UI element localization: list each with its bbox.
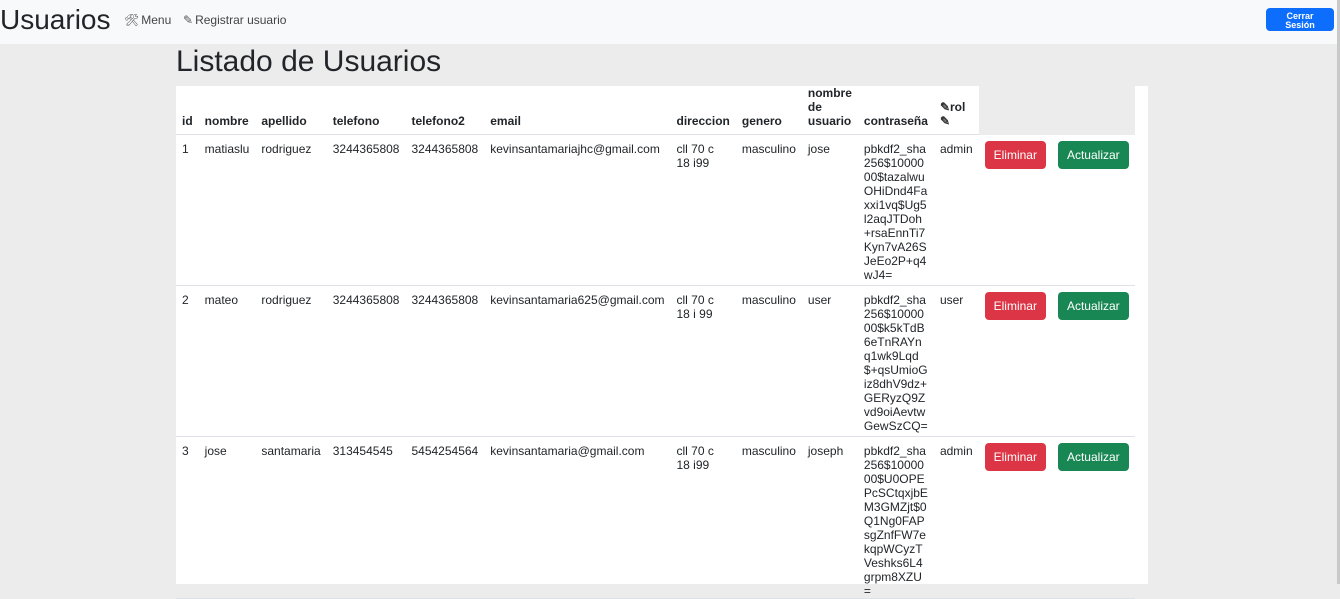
cell-contrasena: pbkdf2_sha256$1000000$tazalwuOHiDnd4Faxx… [857,134,934,286]
col-actions-update [1051,86,1135,135]
cell-genero: masculino [735,285,802,437]
cell-apellido: rodriguez [255,134,327,286]
col-contrasena: contraseña [857,86,934,135]
cell-telefono2: 3244365808 [405,285,485,437]
delete-button[interactable]: Eliminar [984,443,1046,471]
col-actions-delete [978,86,1052,135]
cell-delete: Eliminar [978,285,1052,437]
cell-apellido: rodriguez [255,285,327,437]
col-nombre: nombre [198,86,256,135]
menu-link[interactable]: 🛠 Menu [124,12,171,28]
users-table: id nombre apellido telefono telefono2 em… [176,86,1135,599]
navbar-brand[interactable]: Usuarios [0,3,110,37]
cell-contrasena: pbkdf2_sha256$1000000$k5kTdB6eTnRAYnq1wk… [857,285,934,437]
update-button[interactable]: Actualizar [1057,140,1129,169]
cell-telefono: 3244365808 [326,285,406,437]
register-user-link[interactable]: ✎ Registrar usuario [183,12,286,28]
cell-direccion: cll 70 c 18 i 99 [670,285,736,437]
cell-update: Actualizar [1051,436,1135,599]
col-telefono: telefono [326,86,406,135]
pencil-icon: ✎ [939,114,950,128]
col-apellido: apellido [255,86,327,135]
logout-button[interactable]: Cerrar Sesión [1266,8,1334,31]
table-row: 3 jose santamaria 313454545 5454254564 k… [176,436,1135,599]
update-button[interactable]: Actualizar [1057,292,1129,320]
cell-direccion: cll 70 c 18 i99 [670,134,736,286]
cell-delete: Eliminar [978,134,1052,286]
table-row: 2 mateo rodriguez 3244365808 3244365808 … [176,285,1135,437]
page-title: Listado de Usuarios [176,45,442,78]
pencil-icon: ✎ [939,100,950,114]
cell-telefono: 3244365808 [326,134,406,286]
col-rol-label: rol [950,100,966,114]
cell-usuario: user [801,285,858,437]
delete-button[interactable]: Eliminar [984,140,1046,169]
cell-update: Actualizar [1051,285,1135,437]
cell-rol: user [933,285,979,437]
table-row: 1 matiaslu rodriguez 3244365808 32443658… [176,134,1135,286]
table-header-row: id nombre apellido telefono telefono2 em… [176,86,1135,135]
cell-id: 2 [176,285,199,437]
cell-usuario: jose [801,134,858,286]
delete-button[interactable]: Eliminar [984,292,1046,320]
col-direccion: direccion [670,86,736,135]
menu-link-label: Menu [141,13,172,27]
cell-telefono2: 3244365808 [405,134,485,286]
cell-email: kevinsantamaria625@gmail.com [484,285,671,437]
col-id: id [176,86,199,135]
cell-contrasena: pbkdf2_sha256$1000000$U0OPEPcSCtqxjbEM3G… [857,436,934,599]
tools-icon: 🛠 [124,13,140,27]
cell-telefono: 313454545 [326,436,406,599]
users-table-container: id nombre apellido telefono telefono2 em… [176,86,1148,599]
cell-update: Actualizar [1051,134,1135,286]
cell-email: kevinsantamaria@gmail.com [484,436,671,599]
cell-usuario: joseph [801,436,858,599]
cell-nombre: jose [198,436,256,599]
col-rol: ✎rol ✎ [933,86,979,135]
cell-rol: admin [933,134,979,286]
col-telefono2: telefono2 [405,86,485,135]
cell-nombre: matiaslu [198,134,256,286]
col-nombre-usuario: nombre de usuario [801,86,858,135]
cell-genero: masculino [735,134,802,286]
cell-apellido: santamaria [255,436,327,599]
cell-genero: masculino [735,436,802,599]
cell-id: 3 [176,436,199,599]
cell-nombre: mateo [198,285,256,437]
cell-direccion: cll 70 c 18 i99 [670,436,736,599]
pencil-icon: ✎ [183,13,194,27]
register-user-label: Registrar usuario [195,13,287,27]
col-email: email [484,86,671,135]
navbar: Usuarios 🛠 Menu ✎ Registrar usuario Cerr… [0,0,1340,44]
cell-id: 1 [176,134,199,286]
cell-delete: Eliminar [978,436,1052,599]
cell-telefono2: 5454254564 [405,436,485,599]
update-button[interactable]: Actualizar [1057,443,1129,471]
cell-email: kevinsantamariajhc@gmail.com [484,134,671,286]
cell-rol: admin [933,436,979,599]
col-genero: genero [735,86,802,135]
